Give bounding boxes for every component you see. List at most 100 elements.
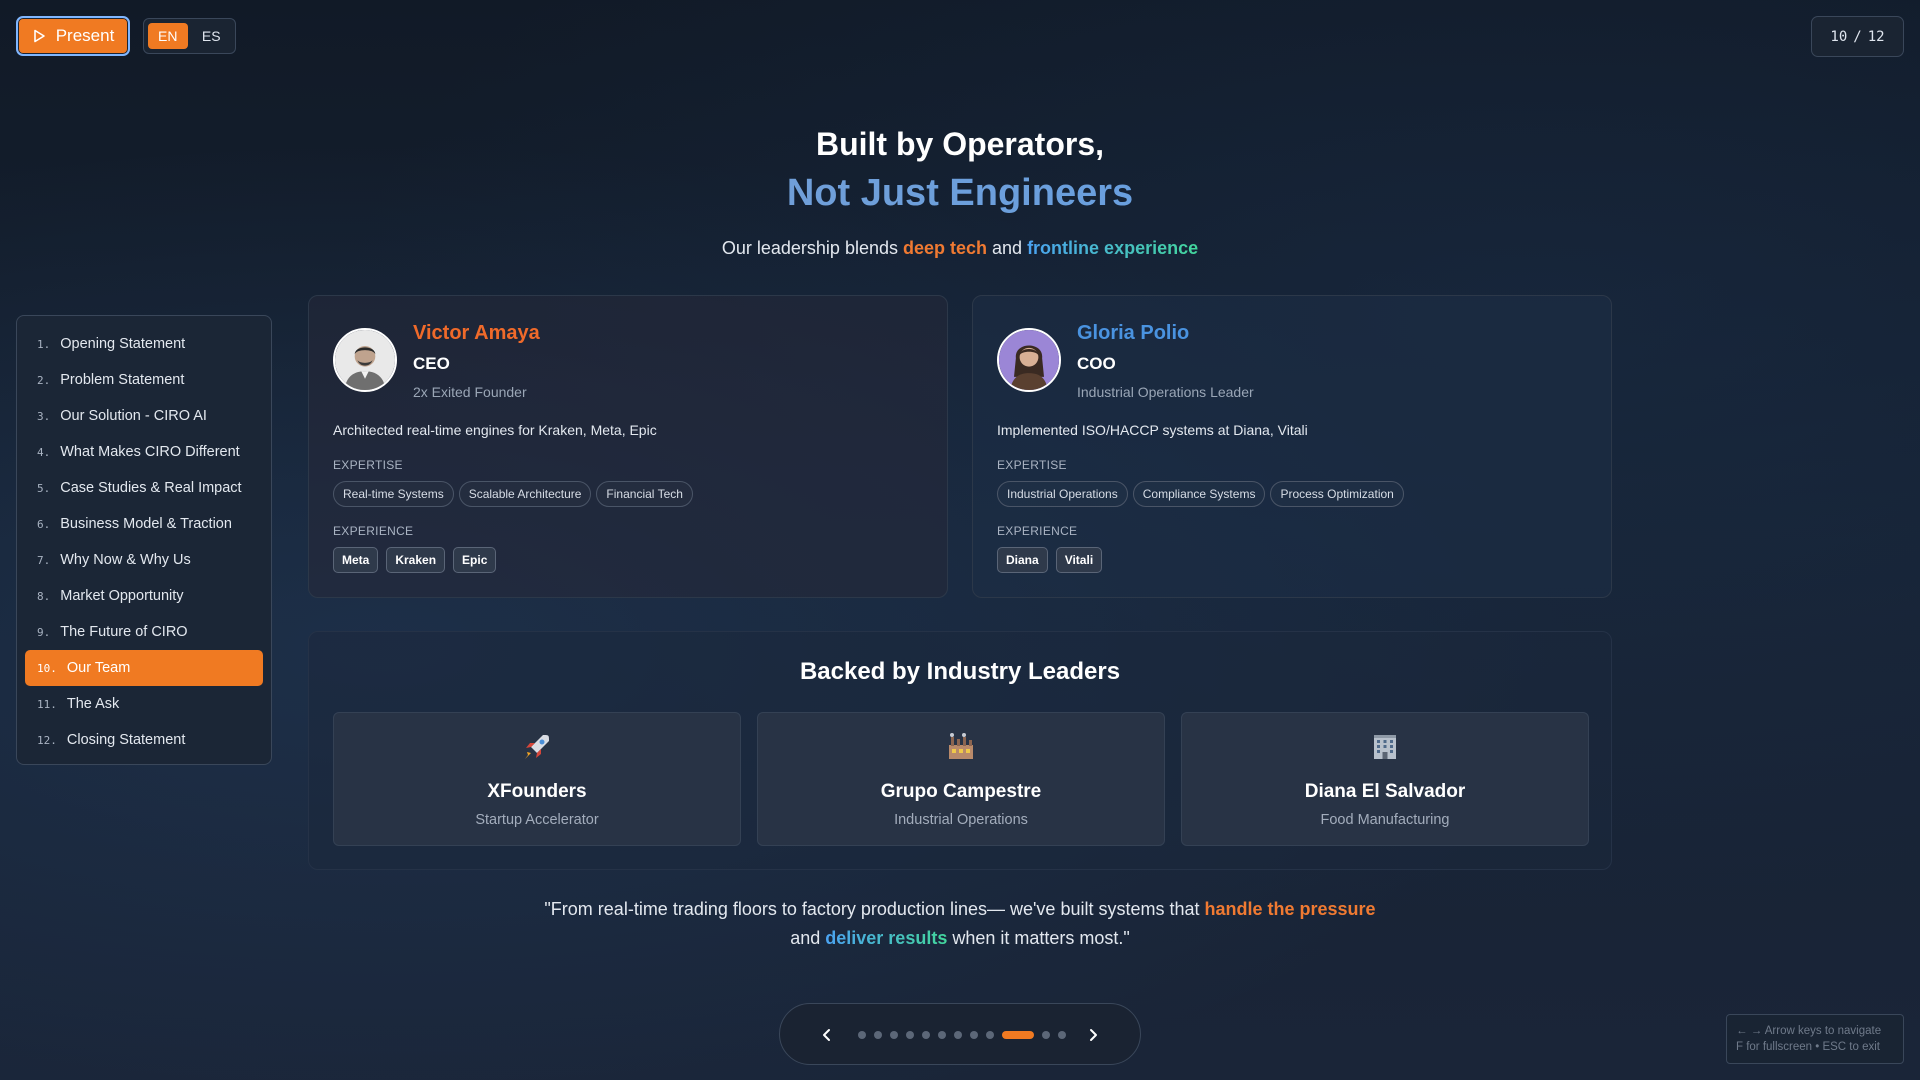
expertise-chip: Scalable Architecture	[458, 481, 592, 507]
pager-dot[interactable]	[858, 1031, 866, 1039]
member-description: Implemented ISO/HACCP systems at Diana, …	[997, 422, 1308, 438]
backer-name: Grupo Campestre	[880, 781, 1042, 802]
pager-dot[interactable]	[1058, 1031, 1066, 1039]
slide-navigation-sidebar: 1. Opening Statement 2. Problem Statement …	[16, 315, 272, 765]
pager-dots	[858, 1031, 1066, 1039]
sidebar-item-number: 4.	[37, 445, 51, 459]
company-badge: Diana	[997, 547, 1048, 573]
backer-name: Diana El Salvador	[1304, 781, 1466, 802]
team-quote-line-2: and deliver results when it matters most…	[0, 928, 1920, 949]
expertise-chip: Compliance Systems	[1132, 481, 1266, 507]
experience-label: EXPERIENCE	[333, 524, 414, 538]
sidebar-item-opening-statement[interactable]: 1. Opening Statement	[25, 326, 263, 362]
page-title: Built by Operators,	[815, 126, 1105, 162]
sidebar-item-number: 8.	[37, 589, 51, 603]
backer-type: Startup Accelerator	[475, 812, 599, 828]
slide-separator: /	[1853, 28, 1862, 45]
pager-dot[interactable]	[970, 1031, 978, 1039]
expertise-chip: Industrial Operations	[997, 481, 1128, 507]
pager-dot[interactable]	[922, 1031, 930, 1039]
team-member-card-ceo: Victor Amaya CEO 2x Exited Founder Archi…	[308, 295, 948, 598]
pager-dot[interactable]	[954, 1031, 962, 1039]
slide-pager	[779, 1003, 1141, 1065]
sidebar-item-number: 11.	[37, 697, 57, 711]
sidebar-item-the-ask[interactable]: 11. The Ask	[25, 686, 263, 722]
pager-dot[interactable]	[986, 1031, 994, 1039]
sidebar-item-label: The Ask	[66, 696, 120, 712]
backer-type: Industrial Operations	[894, 812, 1028, 828]
pager-dot-active[interactable]	[1002, 1031, 1034, 1039]
language-toggle: EN ES	[143, 18, 236, 54]
quote-text: when it matters most."	[947, 928, 1130, 948]
sidebar-item-number: 6.	[37, 517, 51, 531]
sidebar-item-label: Market Opportunity	[60, 588, 184, 604]
backer-type: Food Manufacturing	[1320, 812, 1450, 828]
subtitle-highlight-deep-tech: deep tech	[902, 238, 988, 258]
present-label: Present	[55, 26, 115, 45]
sidebar-item-label: Our Solution - CIRO AI	[60, 408, 207, 424]
expertise-chip: Financial Tech	[596, 481, 693, 507]
sidebar-item-label: Case Studies & Real Impact	[60, 480, 242, 496]
sidebar-item-case-studies[interactable]: 5. Case Studies & Real Impact	[25, 470, 263, 506]
subtitle-highlight-frontline: frontline experience	[1027, 238, 1199, 258]
pager-dot[interactable]	[906, 1031, 914, 1039]
pager-dot[interactable]	[890, 1031, 898, 1039]
sidebar-item-our-team[interactable]: 10. Our Team	[25, 650, 263, 686]
hint-line-navigate: ← → Arrow keys to navigate	[1736, 1025, 1882, 1037]
sidebar-item-market-opportunity[interactable]: 8. Market Opportunity	[25, 578, 263, 614]
member-tagline: Industrial Operations Leader	[1077, 384, 1254, 400]
member-name: Gloria Polio	[1077, 322, 1190, 344]
previous-slide-button[interactable]	[815, 1023, 839, 1047]
slide-total: 12	[1867, 28, 1885, 45]
pager-dot[interactable]	[938, 1031, 946, 1039]
member-description: Architected real-time engines for Kraken…	[333, 422, 657, 438]
expertise-chip: Real-time Systems	[333, 481, 454, 507]
language-option-es[interactable]: ES	[192, 23, 232, 49]
backer-name: XFounders	[487, 781, 587, 802]
member-tagline: 2x Exited Founder	[413, 384, 527, 400]
sidebar-item-closing-statement[interactable]: 12. Closing Statement	[25, 722, 263, 758]
present-button[interactable]: Present	[16, 16, 130, 56]
expertise-chip: Process Optimization	[1270, 481, 1404, 507]
subtitle-middle: and	[987, 238, 1028, 258]
sidebar-item-label: Opening Statement	[60, 336, 186, 352]
experience-chips: Meta Kraken Epic	[333, 547, 497, 573]
backers-title: Backed by Industry Leaders	[799, 658, 1121, 685]
factory-icon	[758, 731, 1164, 765]
sidebar-item-label: Problem Statement	[60, 372, 185, 388]
sidebar-item-future-of-ciro[interactable]: 9. The Future of CIRO	[25, 614, 263, 650]
expertise-label: EXPERTISE	[997, 458, 1067, 472]
member-name: Victor Amaya	[413, 322, 540, 344]
company-badge: Vitali	[1055, 547, 1103, 573]
sidebar-item-business-model[interactable]: 6. Business Model & Traction	[25, 506, 263, 542]
next-slide-button[interactable]	[1081, 1023, 1105, 1047]
play-icon	[33, 29, 45, 43]
company-badge: Kraken	[386, 547, 446, 573]
page-subtitle: Our leadership blends deep tech and fron…	[0, 238, 1920, 259]
page-title-highlight: Not Just Engineers	[0, 172, 1920, 215]
chevron-right-icon	[1090, 1029, 1097, 1041]
sidebar-item-label: Business Model & Traction	[60, 516, 232, 532]
sidebar-item-our-solution[interactable]: 3. Our Solution - CIRO AI	[25, 398, 263, 434]
slide-current: 10	[1830, 28, 1848, 45]
quote-text: and	[790, 928, 826, 948]
sidebar-item-why-now[interactable]: 7. Why Now & Why Us	[25, 542, 263, 578]
keyboard-hint: ← → Arrow keys to navigate F for fullscr…	[1726, 1014, 1904, 1064]
backers-section: Backed by Industry Leaders XFounders Sta…	[308, 631, 1612, 870]
pager-dot[interactable]	[1042, 1031, 1050, 1039]
slide-counter: 10 / 12	[1811, 16, 1904, 57]
team-quote-line-1: "From real-time trading floors to factor…	[0, 899, 1920, 920]
experience-label: EXPERIENCE	[997, 524, 1078, 538]
sidebar-item-number: 9.	[37, 625, 51, 639]
sidebar-item-label: The Future of CIRO	[60, 624, 188, 640]
pager-dot[interactable]	[874, 1031, 882, 1039]
language-option-en[interactable]: EN	[148, 23, 188, 49]
sidebar-item-what-makes-different[interactable]: 4. What Makes CIRO Different	[25, 434, 263, 470]
sidebar-item-problem-statement[interactable]: 2. Problem Statement	[25, 362, 263, 398]
quote-highlight-pressure: handle the pressure	[1204, 899, 1376, 919]
sidebar-item-number: 7.	[37, 553, 51, 567]
company-badge: Meta	[333, 547, 379, 573]
experience-chips: Diana Vitali	[997, 547, 1103, 573]
backer-card-xfounders: XFounders Startup Accelerator	[333, 712, 741, 846]
quote-highlight-results: deliver results	[825, 928, 948, 948]
